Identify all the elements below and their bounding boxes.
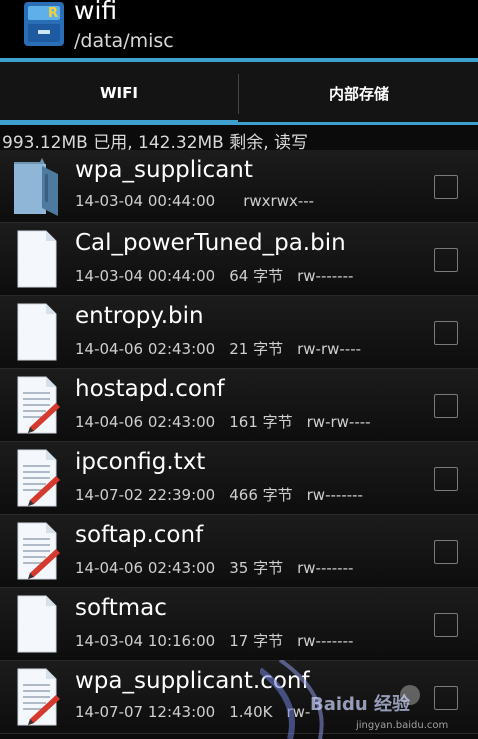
file-icon bbox=[17, 230, 57, 288]
select-checkbox[interactable] bbox=[434, 540, 458, 564]
file-name: Cal_powerTuned_pa.bin bbox=[75, 230, 346, 256]
root-explorer-icon[interactable]: R bbox=[22, 0, 66, 48]
file-size: 1.40K bbox=[229, 703, 273, 721]
file-date: 14-04-06 02:43:00 bbox=[75, 559, 216, 577]
file-size: 466 字节 bbox=[229, 486, 293, 504]
select-checkbox[interactable] bbox=[434, 686, 458, 710]
file-name: softap.conf bbox=[75, 522, 204, 548]
select-checkbox[interactable] bbox=[434, 321, 458, 345]
file-perms: rwxrwx--- bbox=[243, 192, 315, 210]
text-file-icon bbox=[17, 449, 60, 507]
list-item[interactable]: wpa_supplicant 14-03-04 00:44:00 rwxrwx--… bbox=[0, 150, 478, 223]
file-name: hostapd.conf bbox=[75, 376, 225, 402]
file-meta: 14-03-04 00:44:00 64 字节 rw------- bbox=[75, 265, 367, 286]
file-name: ipconfig.txt bbox=[75, 449, 206, 475]
file-list: wpa_supplicant 14-03-04 00:44:00 rwxrwx--… bbox=[0, 150, 478, 734]
watermark-url: jingyan.baidu.com bbox=[356, 720, 449, 731]
file-size: 35 字节 bbox=[229, 559, 284, 577]
list-item[interactable]: hostapd.conf 14-04-06 02:43:00 161 字节 rw-r… bbox=[0, 369, 478, 442]
text-file-icon bbox=[17, 668, 60, 726]
file-meta: 14-07-02 22:39:00 466 字节 rw------- bbox=[75, 484, 377, 505]
file-meta: 14-07-07 12:43:00 1.40K rw- bbox=[75, 703, 324, 721]
file-name: wpa_supplicant.conf bbox=[75, 668, 310, 694]
file-perms: rw-rw---- bbox=[306, 413, 371, 431]
tabs-bottom-line bbox=[0, 122, 478, 125]
file-size: 17 字节 bbox=[229, 632, 284, 650]
select-checkbox[interactable] bbox=[434, 467, 458, 491]
file-icon bbox=[17, 595, 57, 653]
app-header: R wifi /data/misc bbox=[0, 0, 478, 58]
file-perms: rw- bbox=[286, 703, 311, 721]
file-meta: 14-04-06 02:43:00 21 字节 rw-rw---- bbox=[75, 338, 375, 359]
file-date: 14-03-04 10:16:00 bbox=[75, 632, 216, 650]
file-date: 14-04-06 02:43:00 bbox=[75, 413, 216, 431]
file-meta: 14-03-04 00:44:00 rwxrwx--- bbox=[75, 192, 328, 210]
file-meta: 14-04-06 02:43:00 161 字节 rw-rw---- bbox=[75, 411, 385, 432]
file-date: 14-03-04 00:44:00 bbox=[75, 267, 216, 285]
file-date: 14-03-04 00:44:00 bbox=[75, 192, 216, 210]
file-size: 64 字节 bbox=[229, 267, 284, 285]
file-date: 14-07-07 12:43:00 bbox=[75, 703, 216, 721]
file-perms: rw------- bbox=[297, 632, 354, 650]
file-perms: rw-rw---- bbox=[297, 340, 362, 358]
svg-text:R: R bbox=[48, 6, 58, 21]
file-perms: rw------- bbox=[306, 486, 363, 504]
select-checkbox[interactable] bbox=[434, 248, 458, 272]
list-item[interactable]: entropy.bin 14-04-06 02:43:00 21 字节 rw-rw-… bbox=[0, 296, 478, 369]
file-date: 14-07-02 22:39:00 bbox=[75, 486, 216, 504]
watermark-text: Baidu 经验 bbox=[310, 694, 411, 715]
select-checkbox[interactable] bbox=[434, 613, 458, 637]
list-item[interactable]: softmac 14-03-04 10:16:00 17 字节 rw------- bbox=[0, 588, 478, 661]
text-file-icon bbox=[17, 376, 60, 434]
file-date: 14-04-06 02:43:00 bbox=[75, 340, 216, 358]
text-file-icon bbox=[17, 522, 60, 580]
file-name: softmac bbox=[75, 595, 167, 621]
tab-wifi[interactable]: WIFI bbox=[0, 62, 238, 124]
list-item[interactable]: softap.conf 14-04-06 02:43:00 35 字节 rw----… bbox=[0, 515, 478, 588]
tab-internal-storage[interactable]: 内部存储 bbox=[240, 62, 478, 124]
tab-divider bbox=[238, 74, 239, 114]
tab-bar: WIFI 内部存储 bbox=[0, 62, 478, 124]
file-size: 161 字节 bbox=[229, 413, 293, 431]
folder-title: wifi bbox=[74, 0, 118, 25]
file-name: wpa_supplicant bbox=[75, 157, 253, 183]
select-checkbox[interactable] bbox=[434, 394, 458, 418]
folder-path: /data/misc bbox=[74, 30, 174, 52]
select-checkbox[interactable] bbox=[434, 175, 458, 199]
file-icon bbox=[17, 303, 57, 361]
file-perms: rw------- bbox=[297, 559, 354, 577]
file-size: 21 字节 bbox=[229, 340, 284, 358]
list-item[interactable]: Cal_powerTuned_pa.bin 14-03-04 00:44:00 6… bbox=[0, 223, 478, 296]
folder-icon bbox=[14, 158, 58, 216]
file-meta: 14-03-04 10:16:00 17 字节 rw------- bbox=[75, 630, 367, 651]
file-name: entropy.bin bbox=[75, 303, 204, 329]
file-meta: 14-04-06 02:43:00 35 字节 rw------- bbox=[75, 557, 367, 578]
file-perms: rw------- bbox=[297, 267, 354, 285]
list-item[interactable]: ipconfig.txt 14-07-02 22:39:00 466 字节 rw--… bbox=[0, 442, 478, 515]
